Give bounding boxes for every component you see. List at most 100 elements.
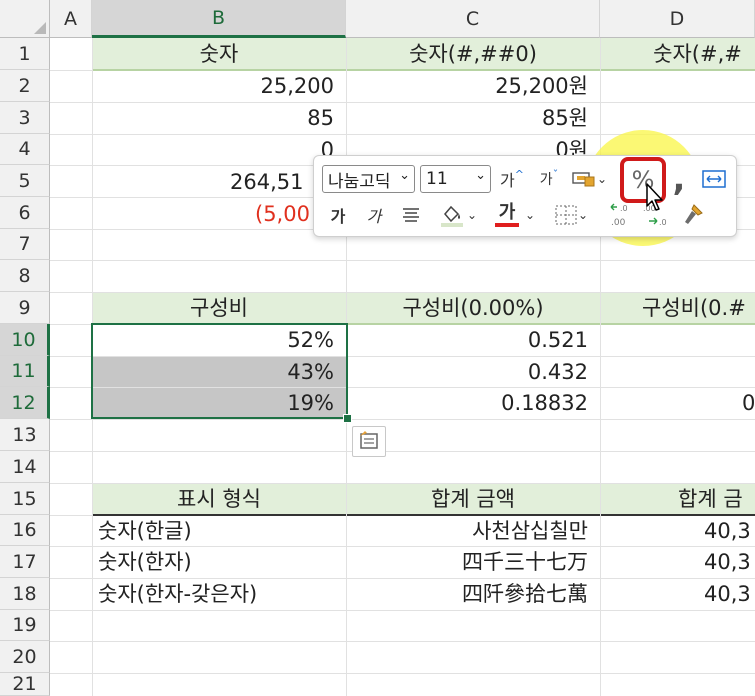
bold-label: 가 [330,207,346,226]
row-header-15[interactable]: 15 [0,483,50,515]
fill-handle[interactable] [343,414,352,423]
increase-font-label: 가 [500,171,515,190]
row-header-4[interactable]: 4 [0,134,50,165]
row-header-5[interactable]: 5 [0,165,50,197]
cell-c17[interactable]: 四千三十七万 [346,546,600,578]
cell-d12[interactable]: 0 [742,387,755,419]
bold-button[interactable]: 가 [326,202,350,228]
comma-style-button[interactable]: , [664,159,694,199]
comma-icon: , [672,159,686,199]
cell-c9[interactable]: 구성비(0.00%) [346,292,600,324]
column-header-b[interactable]: B [92,0,346,38]
italic-button[interactable]: 가 [362,202,386,228]
cell-b5[interactable]: 264,51 [230,166,320,198]
caret-up-icon: ^ [514,167,524,181]
row-header-7[interactable]: 7 [0,229,50,260]
cell-c18[interactable]: 四阡參拾七萬 [346,578,600,610]
cell-c16[interactable]: 사천삼십칠만 [346,515,600,547]
row-header-1[interactable]: 1 [0,38,50,70]
row-header-8[interactable]: 8 [0,260,50,292]
font-color-bar [494,223,519,227]
chevron-down-icon: ⌄ [466,208,478,222]
row-header-14[interactable]: 14 [0,451,50,483]
merge-center-icon [702,170,726,188]
currency-icon [572,172,595,187]
font-size-value: 11 [426,169,448,189]
font-color-label: 가 [498,202,516,223]
cell-c12[interactable]: 0.18832 [346,387,600,419]
row-header-12[interactable]: 12 [0,387,50,419]
cell-b16[interactable]: 숫자(한글) [92,515,346,547]
increase-decimal-button[interactable]: .0 .00 [606,200,638,230]
row-header-10[interactable]: 10 [0,324,50,356]
fill-color-button[interactable]: ⌄ [434,200,482,230]
row-header-18[interactable]: 18 [0,578,50,610]
chevron-down-icon: ⌄ [524,208,536,222]
spreadsheet-grid: A B C D 1 2 3 4 5 6 7 8 9 10 11 12 13 14… [0,0,755,696]
cell-b9[interactable]: 구성비 [92,292,346,324]
quick-analysis-icon [360,431,378,449]
quick-analysis-button[interactable] [352,426,386,457]
cell-b15[interactable]: 표시 형식 [92,483,346,515]
cell-b17[interactable]: 숫자(한자) [92,546,346,578]
borders-button[interactable]: ⌄ [548,200,594,230]
cell-d9[interactable]: 구성비(0.# [642,292,755,324]
increase-font-button[interactable]: 가 ^ [497,165,527,193]
row-header-21[interactable]: 21 [0,673,50,696]
decrease-font-button[interactable]: 가ˇ [534,165,564,193]
row-header-20[interactable]: 20 [0,641,50,673]
cell-d15[interactable]: 합계 금 [678,483,755,515]
cell-d16[interactable]: 40,3 [704,515,755,547]
cell-b18[interactable]: 숫자(한자-갖은자) [92,578,346,610]
align-center-icon [403,208,419,222]
chevron-down-icon: ⌄ [399,168,410,183]
row-header-9[interactable]: 9 [0,292,50,324]
format-painter-button[interactable] [678,200,708,230]
cell-b2[interactable]: 25,200 [92,70,346,102]
cell-b3[interactable]: 85 [92,102,346,134]
row-header-11[interactable]: 11 [0,356,50,387]
cell-b4[interactable]: 0 [92,134,346,166]
row-header-16[interactable]: 16 [0,515,50,546]
cell-b6[interactable]: (5,00 [255,198,315,230]
align-center-button[interactable] [398,202,424,228]
cell-c11[interactable]: 0.432 [346,356,600,388]
font-size-box[interactable]: 11 ⌄ [420,165,491,193]
cell-c15[interactable]: 합계 금액 [346,483,600,515]
column-header-c[interactable]: C [346,0,600,38]
column-header-d[interactable]: D [600,0,755,38]
cell-c3[interactable]: 85원 [346,102,600,134]
cell-c10[interactable]: 0.521 [346,324,600,356]
accounting-format-button[interactable]: ⌄ [569,165,609,193]
paint-bucket-icon [440,205,463,227]
cell-d1[interactable]: 숫자(#,# [600,38,755,70]
caret-down-icon: ˇ [552,167,559,181]
select-all-corner[interactable] [0,0,50,38]
cell-d17[interactable]: 40,3 [704,546,755,578]
row-header-13[interactable]: 13 [0,419,50,451]
format-painter-icon [685,204,703,224]
font-color-swatch: 가 [494,202,519,227]
svg-text:.0: .0 [659,218,667,227]
decrease-font-label: 가 [539,172,553,188]
row-header-3[interactable]: 3 [0,102,50,134]
borders-icon [555,205,577,225]
row-header-6[interactable]: 6 [0,197,50,229]
merge-center-button[interactable] [700,165,728,193]
row-header-17[interactable]: 17 [0,546,50,578]
font-color-button[interactable]: 가 ⌄ [490,200,540,230]
cell-c1[interactable]: 숫자(#,##0) [346,38,600,70]
cell-d18[interactable]: 40,3 [704,578,755,610]
cell-b1[interactable]: 숫자 [92,38,346,70]
cell-c2[interactable]: 25,200원 [346,70,600,102]
italic-label: 가 [366,207,382,226]
svg-text:.00: .00 [611,218,626,228]
column-header-a[interactable]: A [50,0,92,38]
row-header-19[interactable]: 19 [0,610,50,641]
row-header-2[interactable]: 2 [0,70,50,102]
mini-toolbar: 나눔고딕 ⌄ 11 ⌄ 가 ^ 가ˇ ⌄ % , 가 가 ⌄ 가 ⌄ ⌄ .0 … [313,155,737,237]
mouse-cursor-icon [646,183,663,211]
font-name-box[interactable]: 나눔고딕 ⌄ [322,165,415,193]
font-name-value: 나눔고딕 [328,171,391,192]
chevron-down-icon: ⌄ [596,172,608,186]
